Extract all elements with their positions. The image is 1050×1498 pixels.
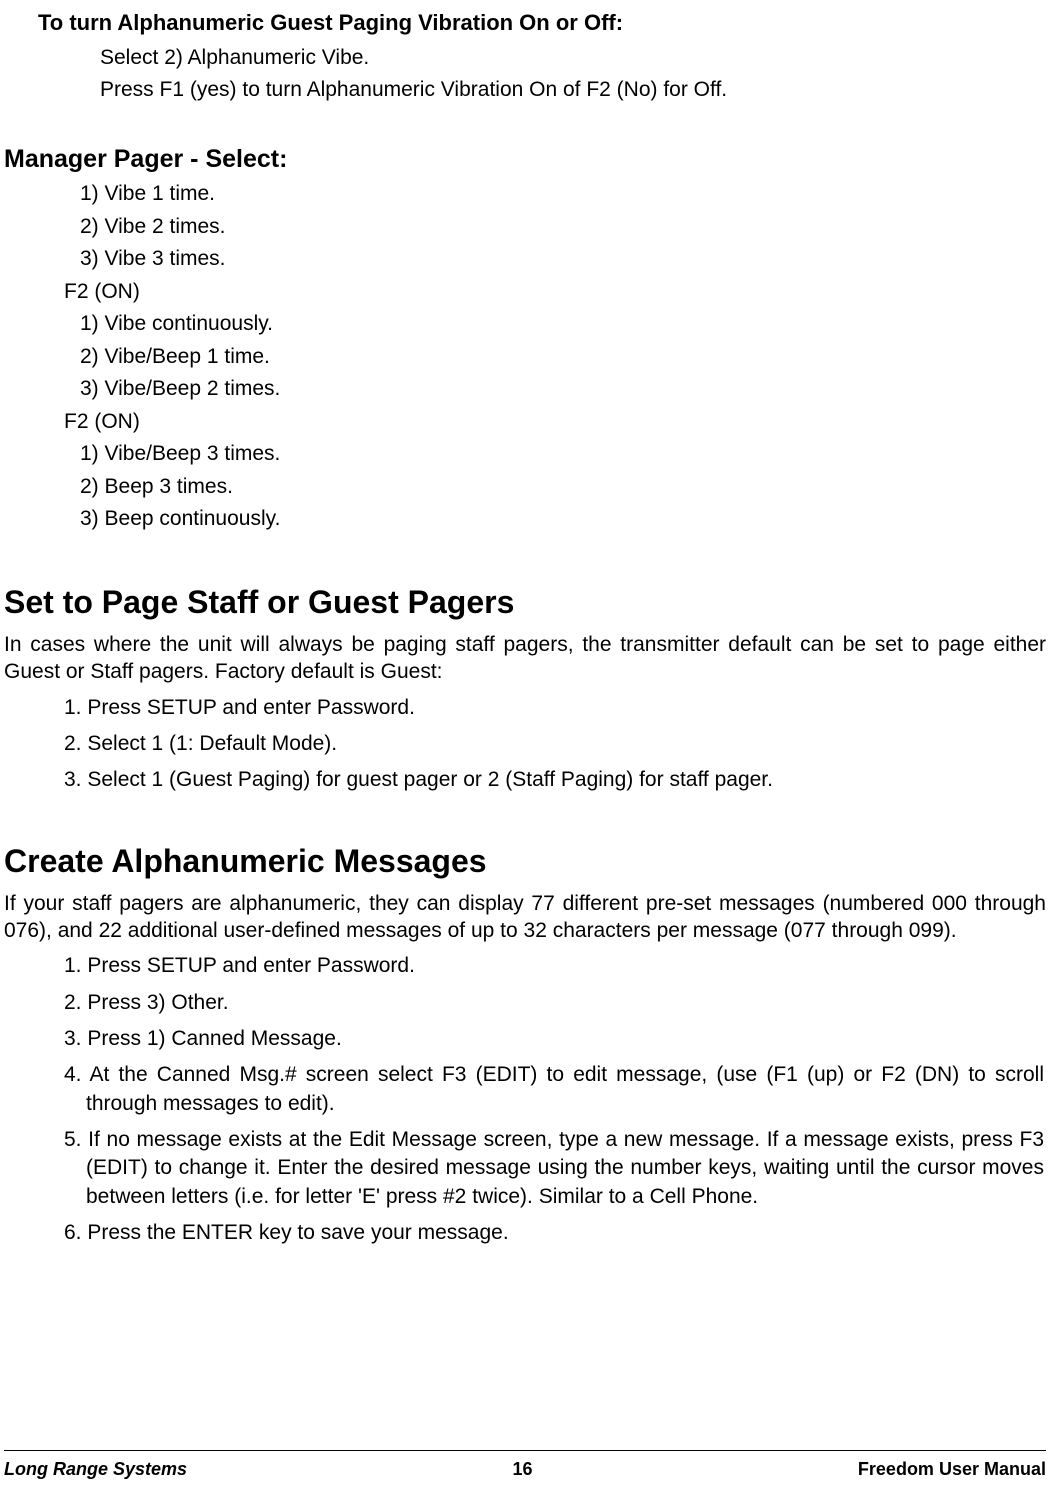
- set-page-step1: 1. Press SETUP and enter Password.: [64, 694, 1044, 722]
- manager-f2-1: F2 (ON): [64, 276, 1050, 309]
- alpha-vibe-line1: Select 2) Alphanumeric Vibe.: [100, 42, 1050, 74]
- set-page-heading: Set to Page Staff or Guest Pagers: [4, 584, 1050, 621]
- manager-group1-item3: 3) Vibe 3 times.: [80, 243, 1050, 276]
- create-alpha-step1: 1. Press SETUP and enter Password.: [64, 952, 1044, 980]
- manager-group1-item2: 2) Vibe 2 times.: [80, 211, 1050, 244]
- page-footer: Long Range Systems 16 Freedom User Manua…: [4, 1450, 1046, 1480]
- manager-group1-item1: 1) Vibe 1 time.: [80, 178, 1050, 211]
- create-alpha-step3: 3. Press 1) Canned Message.: [64, 1025, 1044, 1053]
- set-page-step3: 3. Select 1 (Guest Paging) for guest pag…: [64, 766, 1044, 794]
- set-page-step2: 2. Select 1 (1: Default Mode).: [64, 730, 1044, 758]
- manager-group2-item1: 1) Vibe continuously.: [80, 308, 1050, 341]
- create-alpha-intro: If your staff pagers are alphanumeric, t…: [4, 890, 1046, 945]
- alpha-vibe-heading: To turn Alphanumeric Guest Paging Vibrat…: [38, 10, 1050, 36]
- manager-f2-2: F2 (ON): [64, 406, 1050, 439]
- manager-group3-item3: 3) Beep continuously.: [80, 503, 1050, 536]
- manager-group3-item2: 2) Beep 3 times.: [80, 471, 1050, 504]
- create-alpha-heading: Create Alphanumeric Messages: [4, 843, 1050, 880]
- manager-group3-item1: 1) Vibe/Beep 3 times.: [80, 438, 1050, 471]
- footer-left: Long Range Systems: [4, 1459, 187, 1480]
- create-alpha-step5: 5. If no message exists at the Edit Mess…: [64, 1126, 1044, 1211]
- create-alpha-step6: 6. Press the ENTER key to save your mess…: [64, 1219, 1044, 1247]
- manager-group2-item2: 2) Vibe/Beep 1 time.: [80, 341, 1050, 374]
- set-page-intro: In cases where the unit will always be p…: [4, 631, 1046, 686]
- alpha-vibe-line2: Press F1 (yes) to turn Alphanumeric Vibr…: [100, 74, 1050, 106]
- manager-group2-item3: 3) Vibe/Beep 2 times.: [80, 373, 1050, 406]
- manager-pager-heading: Manager Pager - Select:: [4, 145, 1050, 174]
- create-alpha-step2: 2. Press 3) Other.: [64, 989, 1044, 1017]
- footer-page-number: 16: [512, 1459, 532, 1480]
- create-alpha-step4: 4. At the Canned Msg.# screen select F3 …: [64, 1061, 1044, 1118]
- footer-right: Freedom User Manual: [858, 1459, 1046, 1480]
